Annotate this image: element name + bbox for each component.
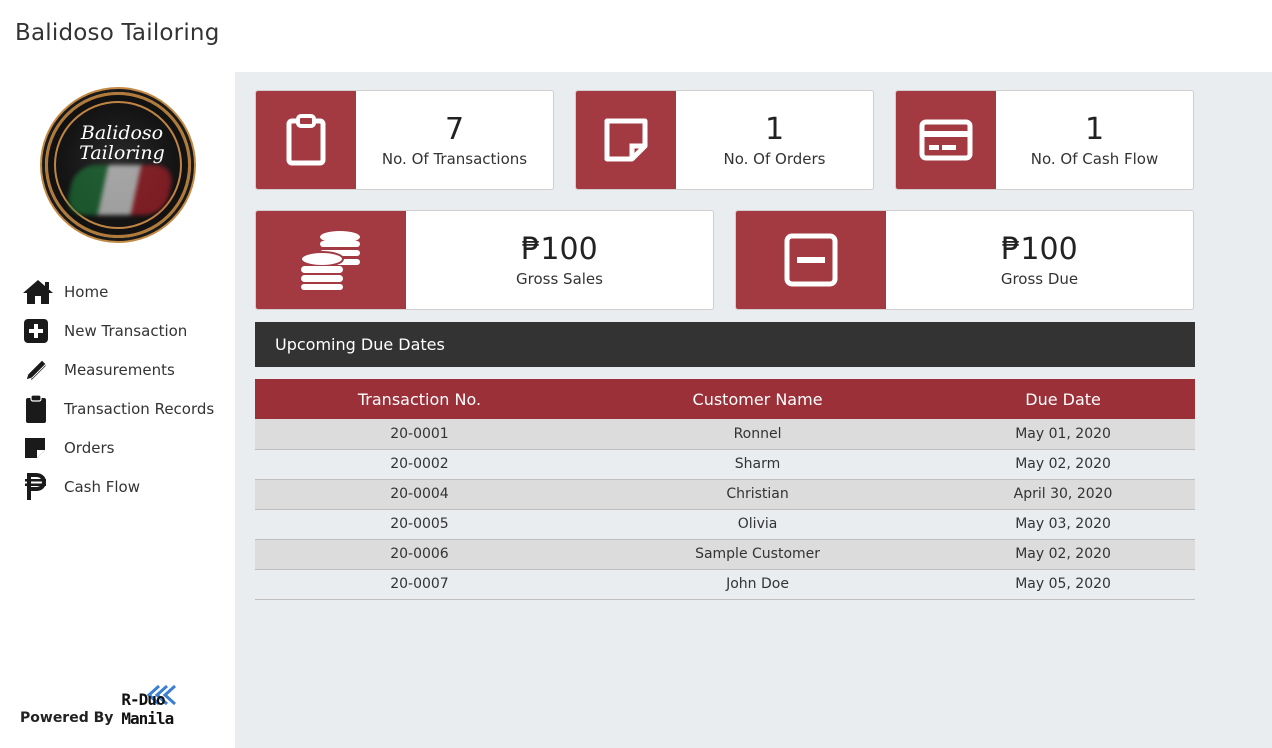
sidebar-item-transaction-records[interactable]: Transaction Records — [22, 389, 214, 428]
sidebar-item-label: Transaction Records — [64, 399, 215, 418]
table-row[interactable]: 20-0005 Olivia May 03, 2020 — [255, 509, 1195, 540]
credit-card-icon — [896, 91, 996, 189]
vendor-name: R-Duo Manila — [121, 690, 174, 728]
stat-label: Gross Due — [1000, 270, 1079, 288]
clipboard-icon — [256, 91, 356, 189]
stat-value: ₱100 — [1001, 232, 1078, 267]
cell-customer-name: Sharm — [583, 449, 932, 480]
stat-card-cash-flow[interactable]: 1 No. Of Cash Flow — [895, 90, 1194, 190]
clipboard-icon — [22, 393, 56, 424]
cell-transaction-no: 20-0006 — [255, 539, 584, 570]
app-title: Balidoso Tailoring — [15, 20, 220, 46]
sticky-note-icon — [576, 91, 676, 189]
logo-flag-swoosh — [64, 165, 176, 215]
stat-card-gross-due[interactable]: ₱100 Gross Due — [735, 210, 1194, 310]
cell-customer-name: John Doe — [583, 569, 932, 600]
cell-due-date: May 03, 2020 — [931, 509, 1195, 540]
upcoming-due-dates-header: Upcoming Due Dates — [255, 322, 1195, 367]
stat-label: No. Of Cash Flow — [1030, 150, 1159, 168]
table-header-row: Transaction No. Customer Name Due Date — [255, 379, 1195, 419]
column-header-customer-name[interactable]: Customer Name — [583, 379, 932, 419]
ruler-pencil-icon — [22, 355, 56, 385]
cell-due-date: May 01, 2020 — [931, 419, 1195, 450]
column-header-transaction-no[interactable]: Transaction No. — [255, 379, 584, 419]
sidebar-item-label: Measurements — [64, 360, 175, 379]
stat-card-orders[interactable]: 1 No. Of Orders — [575, 90, 874, 190]
cell-due-date: May 02, 2020 — [931, 539, 1195, 570]
sidebar-item-orders[interactable]: Orders — [22, 428, 214, 467]
sidebar-item-label: Home — [64, 282, 109, 301]
table-row[interactable]: 20-0006 Sample Customer May 02, 2020 — [255, 539, 1195, 570]
table-row[interactable]: 20-0007 John Doe May 05, 2020 — [255, 569, 1195, 600]
table-row[interactable]: 20-0002 Sharm May 02, 2020 — [255, 449, 1195, 480]
cell-due-date: April 30, 2020 — [931, 479, 1195, 510]
stat-label: Gross Sales — [516, 270, 603, 288]
stat-value: ₱100 — [521, 232, 598, 267]
sidebar-item-home[interactable]: Home — [22, 272, 214, 311]
sidebar-item-cash-flow[interactable]: Cash Flow — [22, 467, 214, 506]
stat-value: 1 — [764, 112, 785, 147]
cell-customer-name: Sample Customer — [583, 539, 932, 570]
stat-label: No. Of Transactions — [381, 150, 528, 168]
stat-label: No. Of Orders — [723, 150, 826, 168]
sidebar-nav: Home New Transaction Measurements Transa… — [22, 272, 214, 506]
sidebar-item-new-transaction[interactable]: New Transaction — [22, 311, 214, 350]
table-row[interactable]: 20-0001 Ronnel May 01, 2020 — [255, 419, 1195, 450]
vendor-brand[interactable]: R-Duo Manila — [121, 684, 213, 728]
powered-by-text: Powered By — [20, 710, 114, 726]
logo-lettering: Balidoso Tailoring — [62, 123, 182, 163]
plus-square-icon — [22, 316, 56, 346]
sidebar-item-label: Orders — [64, 438, 115, 457]
cell-customer-name: Olivia — [583, 509, 932, 540]
stat-card-transactions[interactable]: 7 No. Of Transactions — [255, 90, 554, 190]
logo-line-1: Balidoso — [80, 122, 164, 144]
cell-transaction-no: 20-0007 — [255, 569, 584, 600]
cell-transaction-no: 20-0002 — [255, 449, 584, 480]
sidebar: Balidoso Tailoring Home New Transaction … — [0, 72, 235, 748]
cell-transaction-no: 20-0004 — [255, 479, 584, 510]
home-icon — [22, 277, 56, 307]
dashboard-main: 7 No. Of Transactions 1 No. Of Orders 1 … — [235, 72, 1272, 748]
sidebar-item-label: Cash Flow — [64, 477, 140, 496]
minus-square-icon — [736, 211, 886, 309]
logo-line-2: Tailoring — [79, 142, 165, 164]
cell-due-date: May 02, 2020 — [931, 449, 1195, 480]
cell-customer-name: Christian — [583, 479, 932, 510]
cell-due-date: May 05, 2020 — [931, 569, 1195, 600]
cell-customer-name: Ronnel — [583, 419, 932, 450]
cell-transaction-no: 20-0005 — [255, 509, 584, 540]
table-row[interactable]: 20-0004 Christian April 30, 2020 — [255, 479, 1195, 510]
due-dates-table: Transaction No. Customer Name Due Date 2… — [255, 379, 1195, 600]
sidebar-item-label: New Transaction — [64, 321, 188, 340]
cell-transaction-no: 20-0001 — [255, 419, 584, 450]
stat-value: 7 — [444, 112, 465, 147]
sidebar-item-measurements[interactable]: Measurements — [22, 350, 214, 389]
stat-value: 1 — [1084, 112, 1105, 147]
coins-icon — [256, 211, 406, 309]
sticky-note-icon — [22, 433, 56, 463]
peso-icon — [22, 472, 56, 502]
powered-by: Powered By R-Duo Manila — [20, 684, 213, 728]
column-header-due-date[interactable]: Due Date — [931, 379, 1195, 419]
stat-card-gross-sales[interactable]: ₱100 Gross Sales — [255, 210, 714, 310]
brand-logo: Balidoso Tailoring — [45, 92, 191, 238]
